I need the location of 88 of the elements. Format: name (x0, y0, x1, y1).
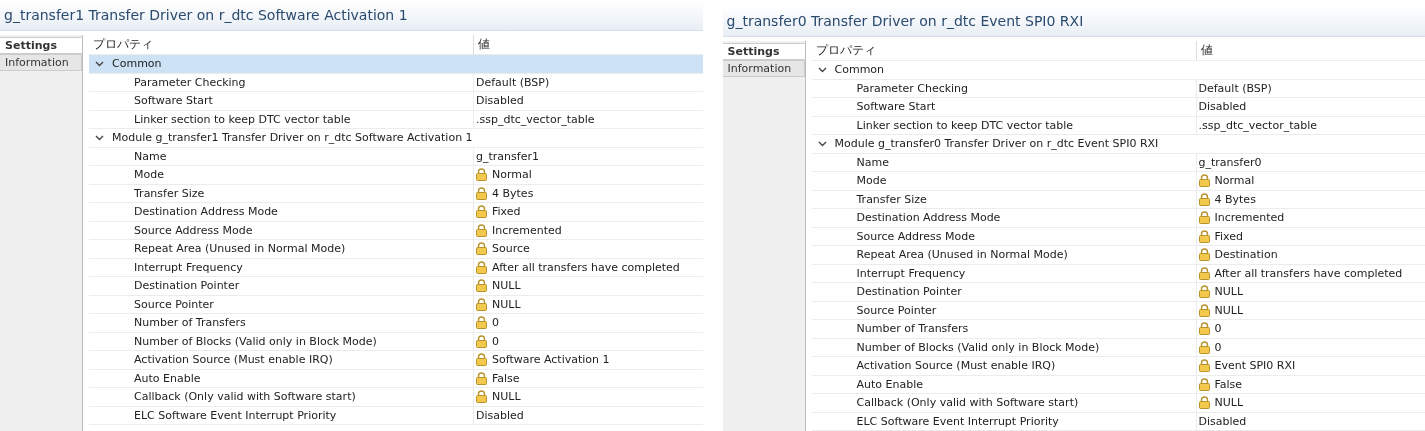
chevron-icon[interactable] (817, 140, 827, 147)
property-value[interactable]: NULL (492, 390, 521, 404)
property-name: Interrupt Frequency (856, 266, 966, 280)
column-header[interactable]: 値 (474, 35, 703, 54)
column-header[interactable]: 値 (1196, 41, 1425, 60)
property-name: Mode (134, 168, 164, 182)
group-label[interactable]: Common (834, 63, 885, 77)
property-value[interactable]: 0 (492, 316, 499, 330)
property-name: Software Start (134, 94, 213, 108)
property-name: Source Address Mode (856, 229, 976, 243)
property-value[interactable]: NULL (1214, 285, 1244, 299)
property-value[interactable]: After all transfers have completed (1214, 266, 1403, 280)
property-value[interactable]: NULL (492, 279, 521, 293)
property-value[interactable]: Incremented (1214, 211, 1285, 225)
property-value[interactable]: NULL (492, 297, 521, 311)
group-label[interactable]: Common (112, 57, 162, 71)
property-value[interactable]: Software Activation 1 (492, 353, 610, 367)
tab[interactable]: Settings (0, 37, 82, 54)
property-value[interactable]: Event SPI0 RXI (1214, 359, 1296, 373)
property-value[interactable]: NULL (1214, 303, 1244, 317)
property-value[interactable]: 0 (492, 334, 499, 348)
property-value[interactable]: Normal (492, 168, 532, 182)
property-name: Transfer Size (134, 186, 205, 200)
property-name: Number of Transfers (134, 316, 246, 330)
group-label[interactable]: Module g_transfer0 Transfer Driver on r_dtc Event SPI0 RXI (834, 137, 1159, 151)
property-name: Destination Pointer (134, 279, 240, 293)
property-value[interactable]: Default (BSP) (476, 75, 550, 89)
property-value[interactable]: g_transfer1 (476, 149, 539, 163)
property-name: Source Address Mode (134, 223, 253, 237)
property-name: Destination Pointer (856, 285, 962, 299)
property-name: Callback (Only valid with Software start) (134, 390, 356, 404)
property-name: Number of Blocks (Valid only in Block Mode) (134, 334, 377, 348)
property-name: Source Pointer (856, 303, 937, 317)
property-value[interactable]: After all transfers have completed (492, 260, 680, 274)
property-name: Software Start (856, 100, 936, 114)
property-name: ELC Software Event Interrupt Priority (856, 414, 1059, 428)
property-name: Name (856, 155, 889, 169)
property-name: Linker section to keep DTC vector table (856, 118, 1074, 132)
property-name: Destination Address Mode (134, 205, 278, 219)
property-value[interactable]: Fixed (492, 205, 521, 219)
property-name: Linker section to keep DTC vector table (134, 112, 351, 126)
property-name: Transfer Size (856, 192, 927, 206)
property-value[interactable]: .ssp_dtc_vector_table (1198, 118, 1318, 132)
chevron-icon[interactable] (95, 134, 104, 141)
property-name: Number of Transfers (856, 322, 969, 336)
property-value[interactable]: Disabled (1198, 414, 1247, 428)
property-value[interactable]: Disabled (1198, 100, 1247, 114)
property-name: Parameter Checking (134, 75, 246, 89)
property-value[interactable]: 0 (1214, 322, 1222, 336)
property-name: Activation Source (Must enable IRQ) (856, 359, 1056, 373)
property-name: Repeat Area (Unused in Normal Mode) (134, 242, 346, 256)
property-value[interactable]: Default (BSP) (1198, 81, 1272, 95)
property-value[interactable]: .ssp_dtc_vector_table (476, 112, 595, 126)
property-value[interactable]: NULL (1214, 396, 1244, 410)
property-value[interactable]: False (492, 371, 520, 385)
property-name: Parameter Checking (856, 81, 969, 95)
property-value[interactable]: Disabled (476, 94, 524, 108)
property-value[interactable]: Incremented (492, 223, 562, 237)
chevron-icon[interactable] (95, 60, 104, 67)
property-value[interactable]: Fixed (1214, 229, 1243, 243)
property-name: Mode (856, 174, 887, 188)
property-name: Auto Enable (856, 377, 923, 391)
property-value[interactable]: 4 Bytes (492, 186, 534, 200)
property-name: Interrupt Frequency (134, 260, 243, 274)
property-value[interactable]: g_transfer0 (1198, 155, 1262, 169)
property-name: Name (134, 149, 167, 163)
chevron-icon[interactable] (817, 66, 827, 73)
tab[interactable]: Settings (722, 43, 805, 60)
column-header[interactable]: プロパティ (89, 35, 474, 54)
property-value[interactable]: Destination (1214, 248, 1278, 262)
column-header[interactable]: プロパティ (811, 41, 1197, 60)
property-value[interactable]: Source (492, 242, 530, 256)
property-value[interactable]: Normal (1214, 174, 1255, 188)
property-value[interactable]: Disabled (476, 408, 524, 422)
group-label[interactable]: Module g_transfer1 Transfer Driver on r_dtc Software Activation 1 (112, 131, 473, 145)
property-value[interactable]: False (1214, 377, 1243, 391)
property-name: Source Pointer (134, 297, 214, 311)
property-value[interactable]: 0 (1214, 340, 1222, 354)
property-name: Auto Enable (134, 371, 201, 385)
property-name: Activation Source (Must enable IRQ) (134, 353, 333, 367)
tab[interactable]: Information (0, 54, 82, 71)
property-name: Number of Blocks (Valid only in Block Mode) (856, 340, 1100, 354)
property-name: Destination Address Mode (856, 211, 1001, 225)
tab[interactable]: Information (722, 60, 805, 77)
property-value[interactable]: 4 Bytes (1214, 192, 1256, 206)
property-name: ELC Software Event Interrupt Priority (134, 408, 337, 422)
property-name: Repeat Area (Unused in Normal Mode) (856, 248, 1068, 262)
property-name: Callback (Only valid with Software start) (856, 396, 1079, 410)
